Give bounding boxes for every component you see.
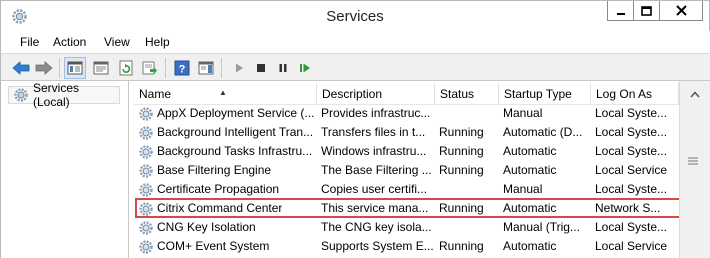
service-row[interactable]: COM+ Event System Supports System E... Run… bbox=[134, 237, 679, 256]
forward-arrow-icon[interactable] bbox=[33, 57, 55, 79]
column-header-name[interactable]: Name ▲ bbox=[134, 83, 317, 105]
column-header-label: Name bbox=[139, 87, 172, 101]
service-startup-type: Automatic (D... bbox=[503, 125, 583, 139]
service-log-on-as: Local Syste... bbox=[595, 106, 668, 120]
scroll-thumb-grip[interactable] bbox=[688, 154, 698, 165]
properties-icon[interactable] bbox=[90, 57, 112, 79]
service-name: CNG Key Isolation bbox=[157, 220, 256, 234]
service-row[interactable]: Base Filtering Engine The Base Filtering … bbox=[134, 161, 679, 180]
show-hide-console-tree-icon[interactable] bbox=[64, 57, 86, 79]
service-startup-type: Automatic bbox=[503, 144, 557, 158]
service-gear-icon bbox=[139, 106, 153, 121]
title-bar: Services bbox=[0, 0, 710, 31]
service-startup-type: Automatic bbox=[503, 163, 557, 177]
tree-item-label: Services (Local) bbox=[33, 81, 80, 109]
service-description: The CNG key isola... bbox=[321, 220, 432, 234]
service-description: Windows infrastru... bbox=[321, 144, 427, 158]
service-gear-icon bbox=[139, 163, 153, 178]
service-status: Running bbox=[439, 125, 484, 139]
service-status bbox=[439, 218, 501, 237]
column-header-description[interactable]: Description bbox=[317, 83, 435, 105]
pause-service-icon[interactable] bbox=[272, 57, 294, 79]
service-gear-icon bbox=[139, 144, 153, 159]
toolbar-separator bbox=[221, 58, 222, 78]
svg-text:?: ? bbox=[179, 64, 186, 76]
column-header-startup-type[interactable]: Startup Type bbox=[499, 83, 591, 105]
service-log-on-as: Local Service bbox=[595, 239, 668, 253]
menu-help[interactable]: Help bbox=[145, 35, 170, 49]
service-description: Supports System E... bbox=[321, 239, 434, 253]
service-status: Running bbox=[439, 144, 484, 158]
sort-ascending-icon: ▲ bbox=[219, 88, 227, 97]
console-tree: Services (Local) bbox=[0, 81, 129, 258]
help-icon[interactable]: ? bbox=[171, 57, 193, 79]
menu-file[interactable]: File bbox=[20, 35, 39, 49]
service-row[interactable]: Certificate Propagation Copies user certi… bbox=[134, 180, 679, 199]
service-log-on-as: Local Syste... bbox=[595, 182, 668, 196]
service-name-cell: AppX Deployment Service (... bbox=[138, 104, 317, 123]
service-log-on-as: Local Syste... bbox=[595, 144, 668, 158]
service-name-cell: COM+ Event System bbox=[138, 237, 317, 256]
service-name-cell: Certificate Propagation bbox=[138, 180, 317, 199]
service-description: Copies user certifi... bbox=[321, 182, 428, 196]
service-status: Running bbox=[439, 163, 484, 177]
service-startup-type: Automatic bbox=[503, 239, 557, 253]
stop-service-icon[interactable] bbox=[250, 57, 272, 79]
export-list-icon[interactable] bbox=[139, 57, 161, 79]
service-name: Background Intelligent Tran... bbox=[157, 125, 314, 139]
service-name-cell: Background Intelligent Tran... bbox=[138, 123, 317, 142]
service-log-on-as: Local Service bbox=[595, 163, 668, 177]
back-arrow-icon[interactable] bbox=[10, 57, 32, 79]
service-row[interactable]: AppX Deployment Service (... Provides inf… bbox=[134, 104, 679, 123]
start-service-icon[interactable] bbox=[228, 57, 250, 79]
services-gear-icon bbox=[14, 88, 28, 102]
service-startup-type: Manual (Trig... bbox=[503, 220, 580, 234]
minimize-button[interactable] bbox=[607, 1, 634, 21]
restart-service-icon[interactable] bbox=[294, 57, 316, 79]
service-name-cell: CNG Key Isolation bbox=[138, 218, 317, 237]
close-button[interactable] bbox=[659, 1, 703, 21]
service-status bbox=[439, 104, 501, 123]
menu-action[interactable]: Action bbox=[53, 35, 86, 49]
service-row[interactable]: CNG Key Isolation The CNG key isola... Man… bbox=[134, 218, 679, 237]
service-name: Base Filtering Engine bbox=[157, 163, 272, 177]
service-name: Background Tasks Infrastru... bbox=[157, 144, 313, 158]
service-startup-type: Manual bbox=[503, 106, 543, 120]
maximize-button[interactable] bbox=[633, 1, 660, 21]
service-name-cell: Base Filtering Engine bbox=[138, 161, 317, 180]
service-log-on-as: Local Syste... bbox=[595, 220, 668, 234]
services-list: Name ▲ Description Status Startup Type L… bbox=[134, 81, 710, 258]
service-gear-icon bbox=[139, 125, 153, 140]
service-row[interactable]: Background Tasks Infrastru... Windows inf… bbox=[134, 142, 679, 161]
service-name: AppX Deployment Service (... bbox=[157, 106, 315, 120]
scroll-up-arrow-icon[interactable] bbox=[685, 87, 705, 101]
service-gear-icon bbox=[139, 239, 153, 254]
column-header-log-on-as[interactable]: Log On As bbox=[591, 83, 679, 105]
toolbar: ? bbox=[0, 53, 710, 81]
service-status bbox=[439, 180, 501, 199]
service-row[interactable]: Background Intelligent Tran... Transfers … bbox=[134, 123, 679, 142]
service-gear-icon bbox=[139, 220, 153, 235]
toolbar-separator bbox=[165, 58, 166, 78]
refresh-icon[interactable] bbox=[115, 57, 137, 79]
service-name: COM+ Event System bbox=[157, 239, 270, 253]
service-log-on-as: Local Syste... bbox=[595, 125, 668, 139]
tree-item-services-local[interactable]: Services (Local) bbox=[8, 81, 120, 109]
column-header-status[interactable]: Status bbox=[435, 83, 499, 105]
service-description: The Base Filtering ... bbox=[321, 163, 432, 177]
service-status: Running bbox=[439, 239, 484, 253]
service-name: Certificate Propagation bbox=[157, 182, 280, 196]
vertical-scrollbar[interactable] bbox=[679, 81, 710, 258]
service-description: Provides infrastruc... bbox=[321, 106, 431, 120]
menu-view[interactable]: View bbox=[104, 35, 130, 49]
service-gear-icon bbox=[139, 182, 153, 197]
highlight-box bbox=[135, 198, 684, 218]
service-description: Transfers files in t... bbox=[321, 125, 426, 139]
window-title: Services bbox=[326, 8, 384, 25]
show-action-pane-icon[interactable] bbox=[195, 57, 217, 79]
service-name-cell: Background Tasks Infrastru... bbox=[138, 142, 317, 161]
menu-bar: File Action View Help bbox=[0, 31, 710, 53]
service-startup-type: Manual bbox=[503, 182, 543, 196]
toolbar-separator bbox=[59, 58, 60, 78]
